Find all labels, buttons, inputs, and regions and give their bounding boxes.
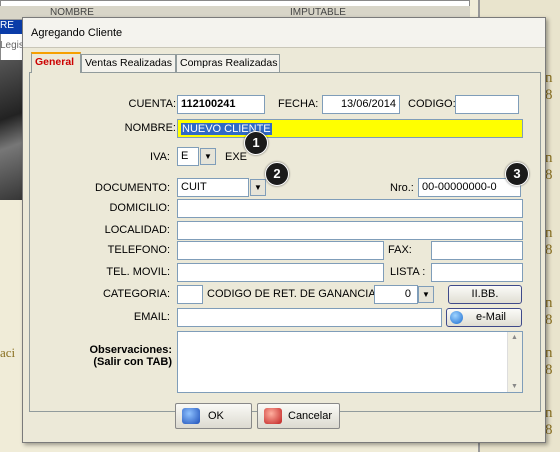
codigo-field[interactable] xyxy=(455,95,519,114)
iva-dropdown-button[interactable]: ▼ xyxy=(200,148,216,165)
nombre-field[interactable]: NUEVO CLIENTE xyxy=(177,119,523,138)
dialog-title: Agregando Cliente xyxy=(23,18,545,48)
email-button-label: e-Mail xyxy=(476,311,506,323)
cuenta-field[interactable]: 112100241 xyxy=(177,95,265,114)
fax-field[interactable] xyxy=(431,241,523,260)
lista-field[interactable] xyxy=(431,263,523,282)
categoria-label: CATEGORIA: xyxy=(102,288,170,300)
ret-ganancias-dropdown-button[interactable]: ▼ xyxy=(418,286,434,303)
observaciones-textarea[interactable]: ▲ ▼ xyxy=(177,331,523,393)
localidad-label: LOCALIDAD: xyxy=(104,224,170,236)
nro-label: Nro.: xyxy=(390,182,414,194)
annotation-badge-1: 1 xyxy=(244,131,268,155)
cancel-x-icon xyxy=(264,408,282,424)
ok-button-label: OK xyxy=(208,410,224,422)
iva-description: EXE xyxy=(225,151,248,163)
observaciones-scrollbar[interactable]: ▲ ▼ xyxy=(507,332,522,392)
domicilio-field[interactable] xyxy=(177,199,523,218)
general-panel: CUENTA: 112100241 FECHA: 13/06/2014 CODI… xyxy=(29,72,541,412)
categoria-field[interactable] xyxy=(177,285,203,304)
scroll-down-icon[interactable]: ▼ xyxy=(511,383,518,390)
documento-label: DOCUMENTO: xyxy=(95,182,170,194)
side-text: n 8 xyxy=(545,150,553,183)
codigo-label: CODIGO: xyxy=(408,98,456,110)
localidad-field[interactable] xyxy=(177,221,523,240)
fecha-label: FECHA: xyxy=(278,98,319,110)
iva-select[interactable]: E xyxy=(177,147,199,166)
documento-select[interactable]: CUIT xyxy=(177,178,249,197)
side-text: n 8 xyxy=(545,405,553,438)
side-text: n 8 xyxy=(545,70,553,103)
email-button[interactable]: e-Mail xyxy=(446,308,522,327)
background-legis-text: Legis xyxy=(0,40,24,51)
tel-movil-field[interactable] xyxy=(177,263,384,282)
telefono-label: TELEFONO: xyxy=(107,244,170,256)
cuenta-label: CUENTA: xyxy=(128,98,176,110)
tab-compras-realizadas[interactable]: Compras Realizadas xyxy=(176,54,280,72)
ret-ganancias-select[interactable]: 0 xyxy=(374,285,418,304)
iibb-button[interactable]: II.BB. xyxy=(448,285,522,304)
left-side-text: aci xyxy=(0,345,16,360)
nombre-label: NOMBRE: xyxy=(124,122,176,134)
globe-icon xyxy=(450,311,463,324)
nro-field[interactable]: 00-00000000-0 xyxy=(418,178,521,197)
email-field[interactable] xyxy=(177,308,442,327)
agregando-cliente-dialog: Agregando Cliente General Ventas Realiza… xyxy=(22,17,546,443)
tab-ventas-realizadas[interactable]: Ventas Realizadas xyxy=(81,54,176,72)
side-text: n 8 xyxy=(545,295,553,328)
scroll-up-icon[interactable]: ▲ xyxy=(511,334,518,341)
ok-check-icon xyxy=(182,408,200,424)
observaciones-hint: (Salir con TAB) xyxy=(93,356,172,368)
tab-general[interactable]: General xyxy=(31,52,81,73)
cancel-button[interactable]: Cancelar xyxy=(257,403,340,429)
cancel-button-label: Cancelar xyxy=(288,410,333,422)
side-text: n 8 xyxy=(545,225,553,258)
annotation-badge-2: 2 xyxy=(265,162,289,186)
fecha-field[interactable]: 13/06/2014 xyxy=(322,95,400,114)
ret-ganancias-label: CODIGO DE RET. DE GANANCIAS: xyxy=(207,288,387,300)
iva-label: IVA: xyxy=(150,151,170,163)
background-blue-cell: RE xyxy=(0,20,22,34)
lista-label: LISTA : xyxy=(390,266,426,278)
observaciones-label: Observaciones: xyxy=(89,344,172,356)
telefono-field[interactable] xyxy=(177,241,384,260)
fax-label: FAX: xyxy=(388,244,412,256)
domicilio-label: DOMICILIO: xyxy=(109,202,170,214)
documento-dropdown-button[interactable]: ▼ xyxy=(250,179,266,196)
email-label: EMAIL: xyxy=(133,311,170,323)
tel-movil-label: TEL. MOVIL: xyxy=(106,266,170,278)
annotation-badge-3: 3 xyxy=(505,162,529,186)
ok-button[interactable]: OK xyxy=(175,403,252,429)
side-text: n 8 xyxy=(545,345,553,378)
